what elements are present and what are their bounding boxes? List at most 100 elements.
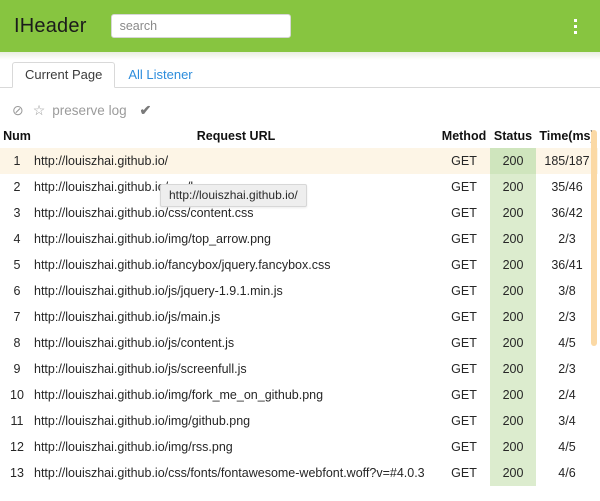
- cell-method: GET: [451, 206, 477, 220]
- cell-status: 200: [490, 200, 536, 226]
- menu-dot: [573, 30, 577, 34]
- table-row[interactable]: 13 http://louiszhai.github.io/css/fonts/f…: [0, 460, 598, 486]
- table-row[interactable]: 9 http://louiszhai.github.io/js/screenful…: [0, 356, 598, 382]
- cell-time: 4/6: [558, 466, 576, 480]
- cell-num: 12: [10, 440, 24, 454]
- cell-status: 200: [490, 434, 536, 460]
- cell-url: http://louiszhai.github.io/js/jquery-1.9…: [34, 284, 283, 298]
- table-row[interactable]: 11 http://louiszhai.github.io/img/github.…: [0, 408, 598, 434]
- cell-time: 36/42: [551, 206, 583, 220]
- cell-url: http://louiszhai.github.io/css/fonts/fon…: [34, 466, 425, 480]
- cell-method: GET: [451, 388, 477, 402]
- cell-time: 3/4: [558, 414, 576, 428]
- cell-method: GET: [451, 336, 477, 350]
- menu-dot: [573, 18, 577, 22]
- cell-num: 4: [13, 232, 21, 246]
- cell-url: http://louiszhai.github.io/img/rss.png: [34, 440, 233, 454]
- column-header-time[interactable]: Time(ms): [536, 127, 598, 148]
- cell-status: 200: [490, 252, 536, 278]
- url-tooltip: http://louiszhai.github.io/: [160, 184, 307, 207]
- toolbar: ⊘ ☆ preserve log ✔: [0, 88, 600, 127]
- cell-time: 4/5: [558, 336, 576, 350]
- cell-num: 6: [13, 284, 21, 298]
- cell-method: GET: [451, 232, 477, 246]
- cell-time: 2/3: [558, 310, 576, 324]
- preserve-log-label[interactable]: preserve log: [52, 103, 126, 118]
- cell-url: http://louiszhai.github.io/img/github.pn…: [34, 414, 251, 428]
- cell-status: 200: [490, 330, 536, 356]
- cell-num: 5: [13, 258, 21, 272]
- cell-time: 3/8: [558, 284, 576, 298]
- scrollbar-thumb[interactable]: [591, 130, 597, 346]
- table-row[interactable]: 4 http://louiszhai.github.io/img/top_arro…: [0, 226, 598, 252]
- cell-url: http://louiszhai.github.io/js/main.js: [34, 310, 221, 324]
- cell-url: http://louiszhai.github.io/js/screenfull…: [34, 362, 247, 376]
- table-row[interactable]: 5 http://louiszhai.github.io/fancybox/jqu…: [0, 252, 598, 278]
- column-header-status[interactable]: Status: [490, 127, 536, 148]
- search-container: [110, 14, 291, 38]
- table-row[interactable]: 1 http://louiszhai.github.io/GET 200 185/18…: [0, 148, 598, 174]
- table-header: Num Request URL Method Status Time(ms): [0, 127, 598, 148]
- cell-status: 200: [490, 460, 536, 486]
- table-row[interactable]: 8 http://louiszhai.github.io/js/content.j…: [0, 330, 598, 356]
- cell-url: http://louiszhai.github.io/img/fork_me_o…: [34, 388, 324, 402]
- cell-status: 200: [490, 304, 536, 330]
- tab-all-listener[interactable]: All Listener: [115, 62, 205, 88]
- menu-dot: [573, 24, 577, 28]
- cell-time: 2/4: [558, 388, 576, 402]
- tab-bar: Current Page All Listener: [0, 58, 600, 88]
- cell-method: GET: [451, 310, 477, 324]
- cell-time: 4/5: [558, 440, 576, 454]
- cell-method: GET: [451, 284, 477, 298]
- cell-time: 185/187: [536, 148, 598, 174]
- check-icon[interactable]: ✔: [140, 103, 152, 117]
- table-header-row: Num Request URL Method Status Time(ms): [0, 127, 598, 148]
- cell-num: 11: [10, 414, 24, 428]
- star-icon[interactable]: ☆: [33, 103, 46, 117]
- clear-icon[interactable]: ⊘: [12, 103, 24, 117]
- cell-num: 3: [13, 206, 21, 220]
- tab-current-page[interactable]: Current Page: [12, 62, 116, 88]
- cell-num: 2: [13, 180, 21, 194]
- cell-time: 36/41: [551, 258, 583, 272]
- cell-time: 35/46: [551, 180, 583, 194]
- cell-url: http://louiszhai.github.io/: [34, 148, 438, 174]
- vertical-ellipsis-icon[interactable]: [560, 0, 590, 52]
- network-table-container: Num Request URL Method Status Time(ms) 1…: [0, 127, 600, 486]
- cell-method: GET: [451, 362, 477, 376]
- cell-status: 200: [490, 356, 536, 382]
- vertical-scrollbar[interactable]: [590, 127, 598, 489]
- table-row[interactable]: 6 http://louiszhai.github.io/js/jquery-1.…: [0, 278, 598, 304]
- table-row[interactable]: 10 http://louiszhai.github.io/img/fork_me…: [0, 382, 598, 408]
- cell-time: 2/3: [558, 362, 576, 376]
- cell-status: 200: [490, 174, 536, 200]
- network-table: Num Request URL Method Status Time(ms) 1…: [0, 127, 598, 486]
- app-title: IHeader: [14, 14, 87, 37]
- cell-url: http://louiszhai.github.io/js/content.js: [34, 336, 235, 350]
- cell-method: GET: [438, 148, 490, 174]
- column-header-num[interactable]: Num: [0, 127, 34, 148]
- cell-time: 2/3: [558, 232, 576, 246]
- table-row[interactable]: 12 http://louiszhai.github.io/img/rss.png…: [0, 434, 598, 460]
- table-row[interactable]: 7 http://louiszhai.github.io/js/main.js GE…: [0, 304, 598, 330]
- cell-method: GET: [451, 440, 477, 454]
- cell-url: http://louiszhai.github.io/fancybox/jque…: [34, 258, 331, 272]
- cell-method: GET: [451, 466, 477, 480]
- cell-status: 200: [490, 278, 536, 304]
- cell-method: GET: [451, 258, 477, 272]
- cell-status: 200: [490, 148, 536, 174]
- cell-method: GET: [451, 180, 477, 194]
- column-header-url[interactable]: Request URL: [34, 127, 438, 148]
- cell-url: http://louiszhai.github.io/img/top_arrow…: [34, 232, 271, 246]
- cell-num: 9: [13, 362, 21, 376]
- cell-num: 10: [10, 388, 24, 402]
- cell-status: 200: [490, 408, 536, 434]
- cell-status: 200: [490, 226, 536, 252]
- cell-num: 13: [10, 466, 24, 480]
- cell-num: 8: [13, 336, 21, 350]
- cell-method: GET: [451, 414, 477, 428]
- column-header-method[interactable]: Method: [438, 127, 490, 148]
- cell-num: 1: [0, 148, 34, 174]
- search-input[interactable]: [110, 14, 291, 38]
- cell-num: 7: [13, 310, 21, 324]
